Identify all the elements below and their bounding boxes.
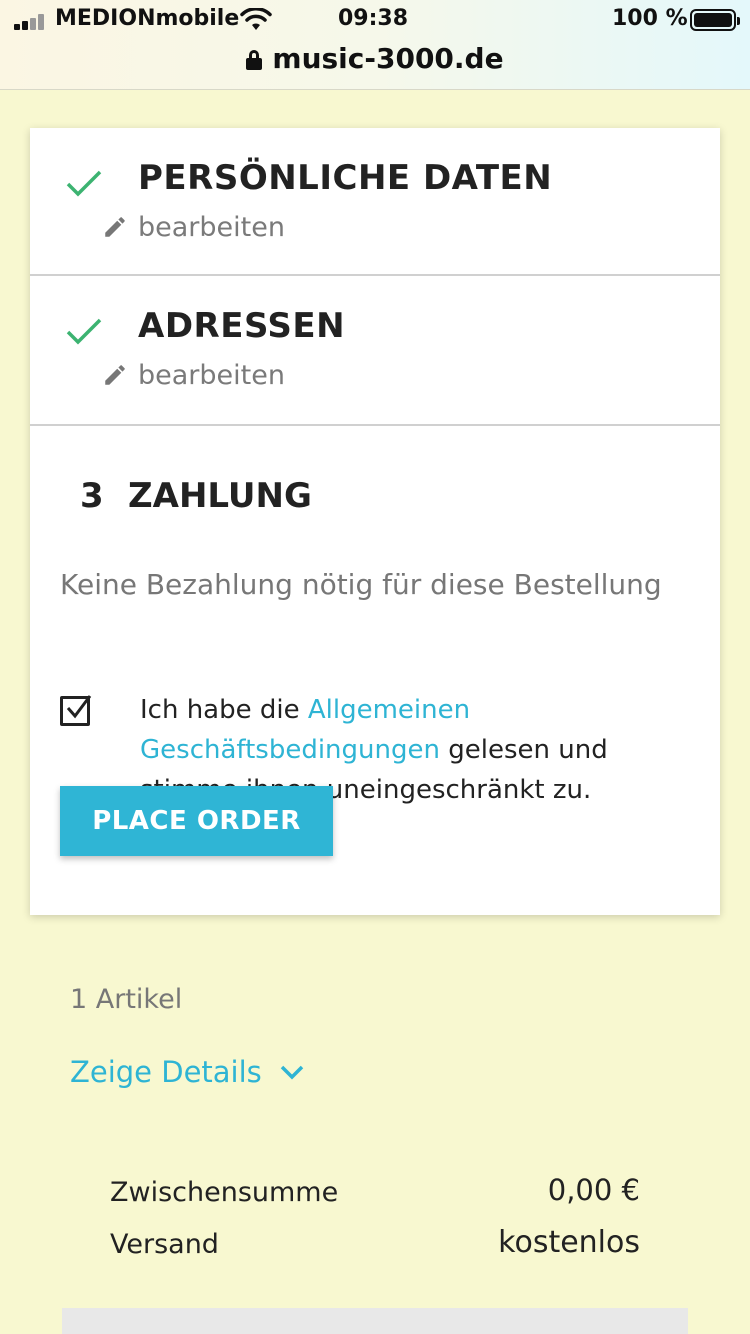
url-bar[interactable]: music-3000.de — [0, 42, 750, 75]
subtotal-label: Zwischensumme — [110, 1177, 339, 1208]
edit-label: bearbeiten — [138, 212, 285, 243]
checkmark-icon — [66, 318, 102, 345]
subtotal-row: Zwischensumme 0,00 € — [110, 1173, 640, 1208]
payment-step-heading: 3 ZAHLUNG — [80, 476, 312, 516]
step-number: 3 — [80, 476, 104, 516]
edit-label: bearbeiten — [138, 360, 285, 391]
browser-top-bar: MEDIONmobile 09:38 100 % music-3000.de — [0, 0, 750, 90]
step-personal-data: PERSÖNLICHE DATEN bearbeiten — [30, 128, 720, 276]
edit-personal-data-link[interactable]: bearbeiten — [102, 212, 285, 243]
subtotal-value: 0,00 € — [547, 1173, 640, 1207]
battery-icon — [690, 9, 740, 31]
shipping-label: Versand — [110, 1229, 219, 1260]
show-details-toggle[interactable]: Zeige Details — [70, 1055, 306, 1089]
step-title: PERSÖNLICHE DATEN — [138, 158, 553, 198]
wifi-icon — [240, 8, 272, 30]
chevron-down-icon — [280, 1065, 304, 1080]
lock-icon — [246, 50, 263, 70]
step-title: ZAHLUNG — [128, 476, 312, 516]
pencil-icon — [105, 217, 125, 237]
battery-percentage: 100 % — [612, 6, 688, 31]
terms-checkbox[interactable] — [60, 695, 92, 726]
signal-strength-icon — [14, 14, 48, 30]
terms-text-before: Ich habe die — [140, 695, 308, 725]
checkmark-icon — [66, 170, 102, 197]
show-details-label: Zeige Details — [70, 1055, 262, 1089]
shipping-row: Versand kostenlos — [110, 1225, 640, 1260]
status-bar: MEDIONmobile 09:38 100 % — [0, 6, 750, 36]
step-addresses: ADRESSEN bearbeiten — [30, 276, 720, 426]
edit-addresses-link[interactable]: bearbeiten — [102, 360, 285, 391]
status-time: 09:38 — [338, 6, 409, 31]
url-text: music-3000.de — [272, 42, 504, 75]
checkbox-check-icon — [66, 695, 92, 719]
step-title: ADRESSEN — [138, 306, 346, 346]
pencil-icon — [105, 365, 125, 385]
checkout-card: PERSÖNLICHE DATEN bearbeiten ADRESSEN be… — [30, 128, 720, 915]
items-count: 1 Artikel — [70, 984, 183, 1015]
shipping-value: kostenlos — [498, 1225, 640, 1260]
carrier-name: MEDIONmobile — [55, 6, 240, 31]
place-order-button[interactable]: PLACE ORDER — [60, 786, 333, 856]
total-row — [62, 1308, 688, 1334]
payment-note: Keine Bezahlung nötig für diese Bestellu… — [60, 568, 662, 601]
